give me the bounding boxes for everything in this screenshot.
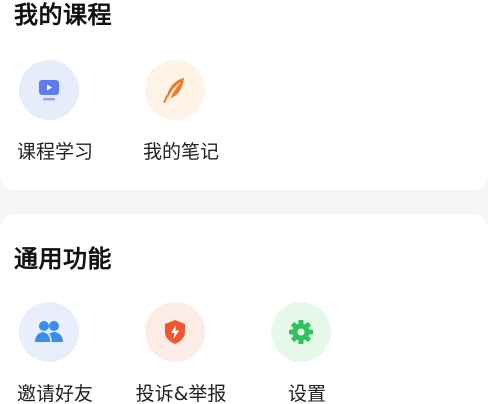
video-lesson-icon xyxy=(39,80,59,101)
quill-feather-icon xyxy=(163,78,184,103)
invite-friends-label: 邀请好友 xyxy=(16,383,93,404)
my-notes-icon-circle xyxy=(145,60,205,120)
my-courses-card: 我的课程 课程学习 我的笔记 xyxy=(0,0,488,190)
my-notes-button[interactable]: 我的笔记 xyxy=(124,60,224,170)
complaint-report-label: 投诉&举报 xyxy=(135,383,227,404)
invite-friends-button[interactable]: 邀请好友 xyxy=(0,302,98,404)
settings-button[interactable]: 设置 xyxy=(250,302,350,404)
profile-page: 我的课程 课程学习 我的笔记 通用功能 邀请好友 投诉&举报 设置 xyxy=(0,0,488,404)
course-study-icon-circle xyxy=(19,60,79,120)
complaint-report-icon-circle xyxy=(145,302,205,362)
invite-friends-icon-circle xyxy=(19,302,79,362)
gear-icon xyxy=(289,320,313,344)
section-title-my-courses: 我的课程 xyxy=(14,1,112,29)
settings-icon-circle xyxy=(271,302,331,362)
course-study-button[interactable]: 课程学习 xyxy=(0,60,98,170)
general-functions-card: 通用功能 邀请好友 投诉&举报 设置 xyxy=(0,214,488,404)
course-study-label: 课程学习 xyxy=(16,141,93,163)
section-title-general-functions: 通用功能 xyxy=(14,245,112,273)
users-icon xyxy=(35,321,63,343)
complaint-report-button[interactable]: 投诉&举报 xyxy=(124,302,226,404)
settings-label: 设置 xyxy=(287,383,326,404)
shield-lightning-icon xyxy=(165,320,185,344)
my-notes-label: 我的笔记 xyxy=(142,141,219,163)
